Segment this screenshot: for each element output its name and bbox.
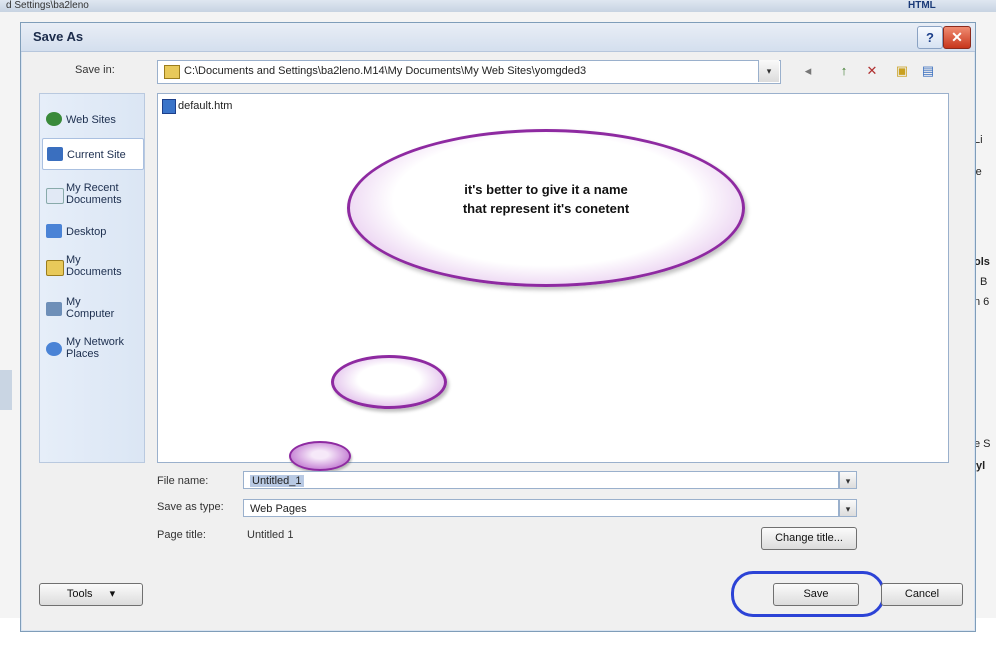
chevron-down-icon[interactable]: ▾ xyxy=(839,499,857,517)
background-title: d Settings\ba2leno xyxy=(6,0,89,11)
folder-icon xyxy=(46,260,64,276)
recent-documents-icon xyxy=(46,188,64,204)
desktop-icon xyxy=(46,224,62,238)
computer-icon xyxy=(46,302,62,316)
callout-line: it's better to give it a name xyxy=(464,182,628,197)
file-name-label: File name: xyxy=(157,475,209,487)
chevron-down-icon: ▾ xyxy=(109,588,116,600)
cancel-button[interactable]: Cancel xyxy=(881,583,963,606)
chevron-down-icon[interactable]: ▾ xyxy=(839,471,857,489)
chevron-down-icon[interactable]: ▾ xyxy=(758,60,779,82)
save-as-dialog: Save As ? ✕ Save in: C:\Documents and Se… xyxy=(20,22,976,632)
save-as-type-select[interactable]: Web Pages xyxy=(243,499,839,517)
save-in-label: Save in: xyxy=(75,64,115,76)
background-html-tab: HTML xyxy=(908,0,936,11)
background-titlebar: d Settings\ba2leno HTML xyxy=(0,0,996,12)
places-bar: Web Sites Current Site My Recent Documen… xyxy=(39,93,145,463)
place-current-site[interactable]: Current Site xyxy=(42,138,144,170)
page-title-value: Untitled 1 xyxy=(247,529,294,541)
callout-bubble: it's better to give it a name that repre… xyxy=(347,129,745,287)
tools-button[interactable]: Tools ▾ xyxy=(39,583,143,606)
network-icon xyxy=(46,342,62,356)
place-my-computer[interactable]: My Computer xyxy=(42,294,142,324)
up-folder-icon[interactable]: ↑ xyxy=(833,61,855,81)
close-button[interactable]: ✕ xyxy=(943,26,971,49)
place-label: My Documents xyxy=(66,254,122,278)
change-title-button[interactable]: Change title... xyxy=(761,527,857,550)
dialog-title: Save As xyxy=(33,29,84,44)
place-my-documents[interactable]: My Documents xyxy=(42,252,142,282)
save-highlight-circle xyxy=(731,571,885,617)
place-label: Desktop xyxy=(66,226,107,238)
place-label: Web Sites xyxy=(66,114,116,126)
save-in-combo[interactable]: C:\Documents and Settings\ba2leno.M14\My… xyxy=(157,60,781,84)
folder-icon xyxy=(164,65,180,79)
callout-text: it's better to give it a name that repre… xyxy=(350,180,742,218)
place-label: My Computer xyxy=(66,296,115,320)
new-folder-icon[interactable]: ▣ xyxy=(891,61,913,81)
place-label: My Network Places xyxy=(66,336,125,360)
back-icon[interactable]: ◂ xyxy=(797,61,819,81)
save-as-type-value: Web Pages xyxy=(250,503,307,515)
place-desktop[interactable]: Desktop xyxy=(42,222,142,242)
thought-bubble xyxy=(331,355,447,409)
background-text: n 6 xyxy=(974,296,990,308)
file-name-value: Untitled_1 xyxy=(250,475,304,487)
help-button[interactable]: ? xyxy=(917,26,943,49)
views-icon[interactable]: ▤ xyxy=(917,61,939,81)
thought-bubble xyxy=(289,441,351,471)
background-text: yl xyxy=(976,460,986,472)
place-network-places[interactable]: My Network Places xyxy=(42,334,142,364)
callout-line: that represent it's conetent xyxy=(462,201,630,216)
background-text: ols xyxy=(974,256,990,268)
background-left-strip xyxy=(0,370,12,410)
background-text: B xyxy=(980,276,988,288)
html-file-icon xyxy=(162,99,176,114)
current-site-icon xyxy=(47,147,63,161)
save-in-path: C:\Documents and Settings\ba2leno.M14\My… xyxy=(184,65,587,77)
delete-icon[interactable]: ✕ xyxy=(861,61,883,81)
page-title-label: Page title: xyxy=(157,529,206,541)
place-label: My Recent Documents xyxy=(66,182,122,206)
background-text: e S xyxy=(974,438,991,450)
file-name-text: default.htm xyxy=(178,100,233,112)
place-recent-documents[interactable]: My Recent Documents xyxy=(42,180,142,210)
place-label: Current Site xyxy=(67,149,126,161)
place-web-sites[interactable]: Web Sites xyxy=(42,110,142,130)
file-name-field[interactable]: Untitled_1 xyxy=(243,471,839,489)
dialog-titlebar: Save As ? ✕ xyxy=(21,23,975,52)
tools-label: Tools xyxy=(66,588,93,600)
save-as-type-label: Save as type: xyxy=(157,501,224,513)
globe-icon xyxy=(46,112,62,126)
